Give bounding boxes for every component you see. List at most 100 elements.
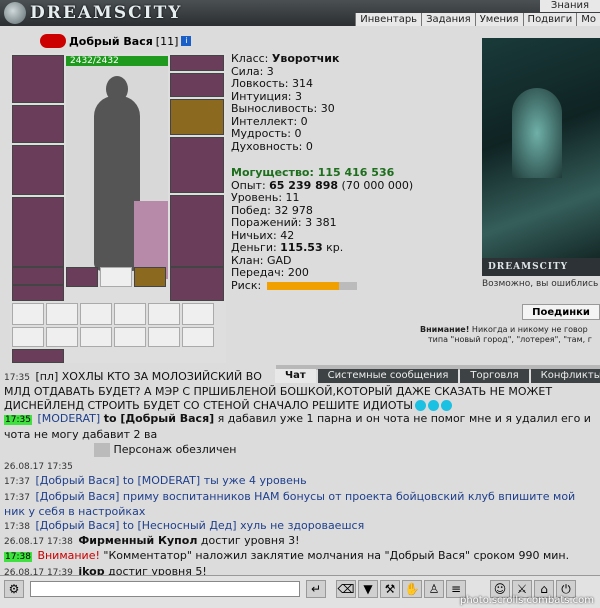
boots-slot[interactable] [170,195,224,267]
chat-nick[interactable]: [Добрый Вася] [35,519,119,532]
money-label: Деньги: [231,241,277,254]
class-value: Уворотчик [271,52,340,65]
risk-fill [267,281,340,290]
money-value: 115.53 [280,241,323,254]
clear-icon[interactable]: ⌫ [336,580,356,598]
clan-emblem-icon[interactable] [40,34,66,48]
scroll-slot-11[interactable] [148,327,180,347]
chat-text: МЛД ОТДАВАТЬ БУДЕТ? А МЭР С ПРШИБЛЕНОЙ Б… [4,385,553,412]
warning-bold: Внимание! [420,325,470,334]
bag-slot-1[interactable] [12,285,64,301]
door-image[interactable] [512,88,562,178]
scroll-slot-8[interactable] [46,327,78,347]
warning-line-2: типа "новый город", "лотерея", "там, г [428,335,592,344]
logo-orb-icon [4,2,26,24]
scroll-slot-12[interactable] [182,327,214,347]
power-label: Могущество: [231,166,314,179]
chat-to[interactable]: to [Несносный Дед] [123,519,237,532]
main-menu: Инвентарь Задания Умения Подвиги Мо [355,13,600,26]
tab-trade[interactable]: Торговля [460,369,529,383]
mistake-note: Возможно, вы ошиблись : [482,279,600,289]
exp-next: (70 000 000) [341,178,414,192]
chat-time[interactable]: 17:35 [4,415,32,426]
helmet-slot[interactable] [12,55,64,103]
menu-knowledge[interactable]: Знания [540,0,600,12]
ring-slot[interactable] [170,99,224,135]
location-ribbon: DREAMSCITY [482,258,600,276]
logo-text: DREAMSCITY [30,3,183,23]
scroll-slot-1[interactable] [12,303,44,325]
scroll-slot-9[interactable] [80,327,112,347]
chat-tabs: Чат Системные сообщения Торговля Конфлик… [275,369,600,383]
scroll-slot-4[interactable] [114,303,146,325]
chat-text: хуль не здороваешся [240,518,365,532]
chat-to[interactable]: to [MODERAT] [123,474,200,487]
person-icon[interactable]: ♙ [424,580,444,598]
bracer-slot[interactable] [12,105,64,143]
bag-slot-2[interactable] [66,267,98,287]
offhand-slot[interactable] [170,137,224,193]
tab-conflicts[interactable]: Конфликты [530,369,600,383]
chat-time[interactable]: 17:38 [4,552,32,563]
chat-player[interactable]: Фирменный Купол [78,534,197,547]
menu-achievements[interactable]: Подвиги [522,13,577,26]
chat-nick[interactable]: [Добрый Вася] [35,490,119,503]
scroll-slot-7[interactable] [12,327,44,347]
exp-value: 65 239 898 [269,178,339,192]
watermark: photo.scrolls.combats.com [459,595,594,606]
hand-icon[interactable]: ✋ [402,580,422,598]
chat-nick[interactable]: [Добрый Вася] [35,474,119,487]
amulet-slot[interactable] [170,73,224,97]
chat-time[interactable]: 17:38 [4,522,30,532]
chat-text: достиг уровня 3! [200,534,300,548]
scroll-slot-2[interactable] [46,303,78,325]
chat-time: 17:35 [4,373,30,383]
location-image[interactable]: DREAMSCITY [482,38,600,276]
bag-slot-5[interactable] [170,267,224,301]
chat-time[interactable]: 17:37 [4,477,30,487]
trade-icon[interactable]: ⚒ [380,580,400,598]
send-icon[interactable]: ↵ [306,580,326,598]
character-header: Добрый Вася [11] i [40,33,192,49]
warning-line-1: Никогда и никому не говор [471,325,588,334]
character-name[interactable]: Добрый Вася [69,35,153,48]
power-value: 115 416 536 [317,166,395,179]
risk-label: Риск: [231,278,262,292]
money-row: Деньги: 115.53 кр. [231,241,476,255]
menu-quests[interactable]: Задания [421,13,475,26]
tab-chat[interactable]: Чат [275,369,316,383]
armor-slot[interactable] [12,197,64,267]
chat-to[interactable]: to [Добрый Вася] [104,412,214,425]
chat-line: 17:38 [Добрый Вася] to [Несносный Дед] х… [0,519,600,534]
chat-nick[interactable]: [MODERAT] [37,412,100,425]
chat-line: 17:38 Внимание! "Комментатор" наложил за… [0,549,600,564]
settings-icon[interactable]: ⚙ [4,580,24,598]
bag-slot-3[interactable] [100,267,132,287]
scroll-slot-5[interactable] [148,303,180,325]
duels-button[interactable]: Поединки [522,304,600,320]
belt-slot-2[interactable] [12,267,64,285]
bottom-slot[interactable] [12,349,64,363]
weapon-slot[interactable] [12,145,64,195]
bag-slot-4[interactable] [134,267,166,287]
scroll-slot-10[interactable] [114,327,146,347]
endurance: Выносливость: 30 [231,102,335,115]
logo[interactable]: DREAMSCITY [4,2,182,24]
spirit: Духовность: 0 [231,139,313,153]
menu-inventory[interactable]: Инвентарь [355,13,421,26]
scroll-slot-3[interactable] [80,303,112,325]
chat-line: 17:35 [MODERAT] to [Добрый Вася] я дабав… [0,412,600,441]
tab-system[interactable]: Системные сообщения [317,369,459,383]
chat-time[interactable]: 17:37 [4,493,30,503]
filter-icon[interactable]: ▼ [358,580,378,598]
chat-line: 26.08.17 17:35 [0,459,600,474]
chat-line: 17:37 [Добрый Вася] приму воспитанников … [0,490,600,519]
menu-skills[interactable]: Умения [474,13,523,26]
chat-input[interactable] [30,581,300,597]
menu-more[interactable]: Мо [576,13,600,26]
scroll-slot-6[interactable] [182,303,214,325]
smile-icon [427,400,439,412]
info-icon[interactable]: i [181,36,192,46]
earring-slot[interactable] [170,55,224,71]
